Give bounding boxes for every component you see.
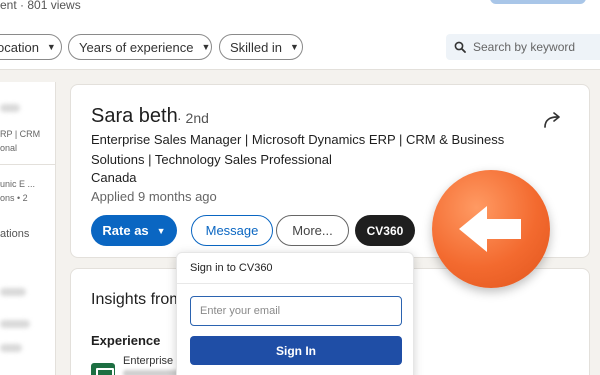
rate-as-button[interactable]: Rate as ▼ <box>91 215 177 246</box>
chevron-down-icon: ▼ <box>46 42 56 52</box>
search-placeholder: Search by keyword <box>473 40 576 54</box>
top-bar: ent · 801 views ocation ▼ Years of exper… <box>0 0 600 70</box>
divider <box>0 164 56 165</box>
candidate-location: Canada <box>91 170 137 185</box>
candidate-list: RP | CRM onal unic E ... ons • 2 ations <box>0 82 56 375</box>
search-input[interactable]: Search by keyword <box>446 34 600 60</box>
list-item-text: unic E ... <box>0 179 36 189</box>
list-item-text: ations <box>0 228 30 240</box>
post-meta: ent · 801 views <box>0 0 81 12</box>
list-item-blur <box>0 344 22 352</box>
more-button[interactable]: More... <box>276 215 349 246</box>
chevron-down-icon: ▼ <box>156 225 166 236</box>
arrow-left-icon <box>459 206 521 252</box>
popup-title: Sign in to CV360 <box>190 262 273 274</box>
filter-location-label: ocation <box>0 39 39 55</box>
top-action-button[interactable] <box>490 0 586 4</box>
candidate-name[interactable]: Sara beth <box>91 105 178 128</box>
filter-location[interactable]: ocation ▼ <box>0 34 62 60</box>
chevron-down-icon: ▼ <box>201 42 211 52</box>
filter-years-label: Years of experience <box>79 39 194 55</box>
experience-item: Enterprise S <box>123 355 184 367</box>
message-button[interactable]: Message <box>191 215 273 246</box>
cv360-button[interactable]: CV360 <box>355 215 415 246</box>
email-field[interactable] <box>190 296 402 326</box>
search-icon <box>454 41 466 53</box>
sign-in-button[interactable]: Sign In <box>190 336 402 365</box>
list-item-blur <box>0 288 26 296</box>
divider <box>177 283 415 284</box>
filter-years-of-experience[interactable]: Years of experience ▼ <box>68 34 212 60</box>
company-logo-icon <box>91 363 115 375</box>
cv360-signin-popup: Sign in to CV360 Sign In <box>176 252 415 375</box>
list-item-blur <box>0 320 30 328</box>
orange-arrow-badge <box>432 170 550 288</box>
list-item-blur <box>0 104 20 112</box>
experience-item-blur <box>123 370 183 375</box>
insights-title: Insights from <box>91 291 183 308</box>
list-item-text: ons • 2 <box>0 193 28 203</box>
chevron-down-icon: ▼ <box>290 42 299 52</box>
filter-skilled-in[interactable]: Skilled in ▼ <box>219 34 303 60</box>
rate-as-label: Rate as <box>102 223 149 238</box>
filter-skilled-label: Skilled in <box>230 39 283 55</box>
applied-time: Applied 9 months ago <box>91 189 217 204</box>
candidate-headline: Enterprise Sales Manager | Microsoft Dyn… <box>91 132 505 167</box>
experience-heading: Experience <box>91 333 161 348</box>
list-item-text: RP | CRM <box>0 129 41 139</box>
list-item-text: onal <box>0 143 18 153</box>
connection-degree: · 2nd <box>177 110 209 126</box>
share-icon[interactable] <box>543 111 565 129</box>
